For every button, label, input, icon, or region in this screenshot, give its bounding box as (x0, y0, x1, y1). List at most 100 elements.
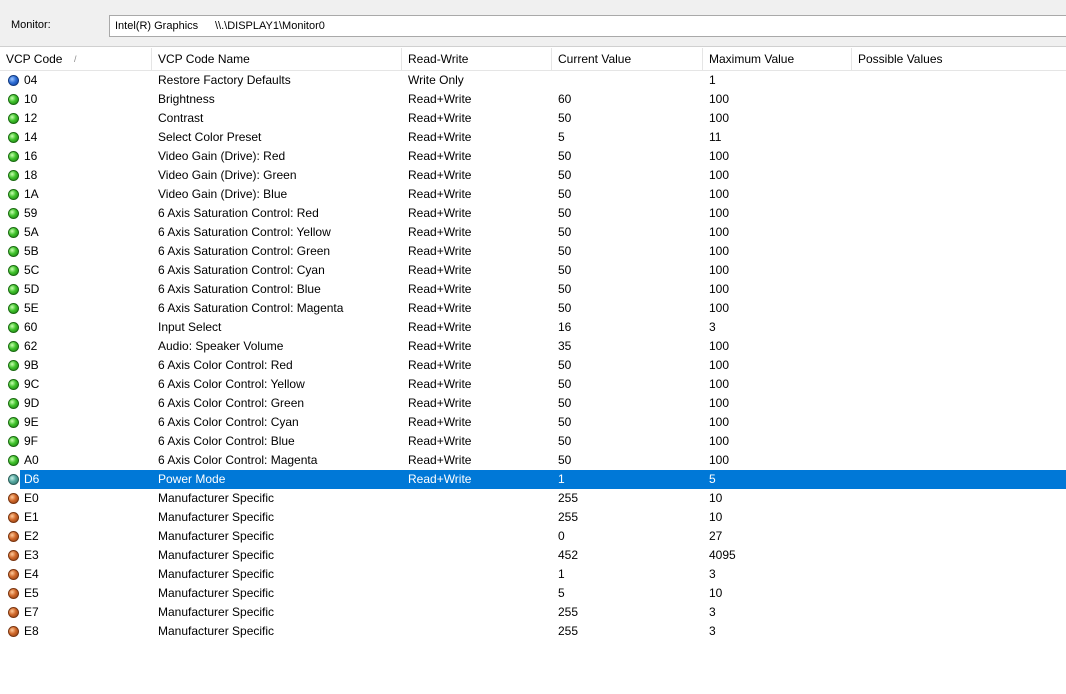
cell-vcp-code-name: 6 Axis Color Control: Blue (158, 434, 295, 448)
cell-read-write: Read+Write (408, 225, 472, 239)
table-row[interactable]: 9E 6 Axis Color Control: Cyan Read+Write 50… (0, 413, 1066, 432)
table-row[interactable]: 16 Video Gain (Drive): Red Read+Write 50 100 (0, 147, 1066, 166)
cell-maximum-value: 100 (709, 111, 730, 125)
status-green-dot-icon (8, 379, 19, 390)
cell-maximum-value: 100 (709, 453, 730, 467)
table-row[interactable]: 14 Select Color Preset Read+Write 5 11 (0, 128, 1066, 147)
table-row[interactable]: 60 Input Select Read+Write 16 3 (0, 318, 1066, 337)
monitor-bar: Monitor: Intel(R) Graphics \\.\DISPLAY1\… (0, 0, 1066, 47)
sort-indicator-icon: / (74, 54, 77, 64)
cell-current-value: 50 (558, 282, 572, 296)
cell-vcp-code-name: Manufacturer Specific (158, 529, 275, 543)
cell-vcp-code: E5 (24, 586, 39, 600)
table-row[interactable]: 12 Contrast Read+Write 50 100 (0, 109, 1066, 128)
cell-read-write: Read+Write (408, 149, 472, 163)
table-row[interactable]: 10 Brightness Read+Write 60 100 (0, 90, 1066, 109)
table-row[interactable]: 18 Video Gain (Drive): Green Read+Write 50 1… (0, 166, 1066, 185)
table-row[interactable]: E2 Manufacturer Specific 0 27 (0, 527, 1066, 546)
column-header-read-write[interactable]: Read-Write (402, 48, 552, 70)
table-row[interactable]: E0 Manufacturer Specific 255 10 (0, 489, 1066, 508)
table-row[interactable]: 5B 6 Axis Saturation Control: Green Read+W… (0, 242, 1066, 261)
status-green-dot-icon (8, 398, 19, 409)
table-row[interactable]: 62 Audio: Speaker Volume Read+Write 35 100 (0, 337, 1066, 356)
status-green-dot-icon (8, 94, 19, 105)
cell-read-write: Read+Write (408, 111, 472, 125)
cell-current-value: 5 (558, 130, 565, 144)
table-row[interactable]: 9D 6 Axis Color Control: Green Read+Write 5… (0, 394, 1066, 413)
table-row[interactable]: E4 Manufacturer Specific 1 3 (0, 565, 1066, 584)
table-row[interactable]: 59 6 Axis Saturation Control: Red Read+Wri… (0, 204, 1066, 223)
table-row[interactable]: E1 Manufacturer Specific 255 10 (0, 508, 1066, 527)
cell-vcp-code: 9E (24, 415, 39, 429)
status-green-dot-icon (8, 455, 19, 466)
cell-vcp-code-name: 6 Axis Color Control: Yellow (158, 377, 305, 391)
table-row[interactable]: E5 Manufacturer Specific 5 10 (0, 584, 1066, 603)
table-row[interactable]: 04 Restore Factory Defaults Write Only 1 (0, 71, 1066, 90)
column-header-current-value[interactable]: Current Value (552, 48, 703, 70)
cell-vcp-code: 62 (24, 339, 38, 353)
status-green-dot-icon (8, 132, 19, 143)
cell-vcp-code: E0 (24, 491, 39, 505)
cell-maximum-value: 100 (709, 149, 730, 163)
cell-current-value: 1 (558, 472, 565, 486)
status-orange-dot-icon (8, 588, 19, 599)
table-row[interactable]: 5D 6 Axis Saturation Control: Blue Read+Wr… (0, 280, 1066, 299)
cell-vcp-code: 60 (24, 320, 38, 334)
table-row[interactable]: 9C 6 Axis Color Control: Yellow Read+Write… (0, 375, 1066, 394)
monitor-select[interactable]: Intel(R) Graphics \\.\DISPLAY1\Monitor0 (109, 15, 1066, 37)
cell-maximum-value: 3 (709, 605, 716, 619)
column-header-possible-values[interactable]: Possible Values (852, 48, 1066, 70)
column-header-label: Current Value (558, 52, 632, 66)
cell-maximum-value: 10 (709, 586, 723, 600)
cell-vcp-code: 10 (24, 92, 38, 106)
cell-vcp-code: 18 (24, 168, 38, 182)
cell-vcp-code-name: Video Gain (Drive): Red (158, 149, 286, 163)
cell-current-value: 50 (558, 301, 572, 315)
cell-vcp-code-name: 6 Axis Color Control: Cyan (158, 415, 299, 429)
cell-current-value: 255 (558, 605, 579, 619)
table-row[interactable]: E8 Manufacturer Specific 255 3 (0, 622, 1066, 641)
cell-vcp-code-name: Manufacturer Specific (158, 510, 275, 524)
table-row[interactable]: E3 Manufacturer Specific 452 4095 (0, 546, 1066, 565)
cell-read-write: Read+Write (408, 453, 472, 467)
status-teal-dot-icon (8, 474, 19, 485)
cell-vcp-code: E1 (24, 510, 39, 524)
column-header-vcp-code[interactable]: VCP Code / (0, 48, 152, 70)
cell-current-value: 50 (558, 377, 572, 391)
table-row[interactable]: 9B 6 Axis Color Control: Red Read+Write 50 1… (0, 356, 1066, 375)
cell-vcp-code-name: 6 Axis Saturation Control: Magenta (158, 301, 344, 315)
status-orange-dot-icon (8, 493, 19, 504)
status-green-dot-icon (8, 265, 19, 276)
column-header-maximum-value[interactable]: Maximum Value (703, 48, 852, 70)
cell-vcp-code: E3 (24, 548, 39, 562)
table-row[interactable]: A0 6 Axis Color Control: Magenta Read+Writ… (0, 451, 1066, 470)
cell-current-value: 50 (558, 434, 572, 448)
cell-read-write: Read+Write (408, 263, 472, 277)
cell-current-value: 16 (558, 320, 572, 334)
status-green-dot-icon (8, 208, 19, 219)
cell-current-value: 452 (558, 548, 579, 562)
column-header-vcp-code-name[interactable]: VCP Code Name (152, 48, 402, 70)
cell-maximum-value: 100 (709, 358, 730, 372)
status-orange-dot-icon (8, 607, 19, 618)
cell-vcp-code: 9D (24, 396, 40, 410)
table-row[interactable]: 1A Video Gain (Drive): Blue Read+Write 50 10… (0, 185, 1066, 204)
cell-current-value: 50 (558, 225, 572, 239)
table-row[interactable]: 5E 6 Axis Saturation Control: Magenta Read… (0, 299, 1066, 318)
cell-vcp-code: 5E (24, 301, 39, 315)
cell-vcp-code: 9F (24, 434, 39, 448)
cell-vcp-code: D6 (24, 472, 40, 486)
vcp-code-list[interactable]: VCP Code / VCP Code Name Read-Write Curr… (0, 48, 1066, 694)
table-row[interactable]: 5C 6 Axis Saturation Control: Cyan Read+Wr… (0, 261, 1066, 280)
cell-vcp-code-name: 6 Axis Color Control: Magenta (158, 453, 318, 467)
table-row[interactable]: E7 Manufacturer Specific 255 3 (0, 603, 1066, 622)
cell-vcp-code-name: Manufacturer Specific (158, 624, 275, 638)
cell-maximum-value: 1 (709, 73, 716, 87)
table-row[interactable]: 5A 6 Axis Saturation Control: Yellow Read+… (0, 223, 1066, 242)
cell-vcp-code: 5C (24, 263, 40, 277)
table-row[interactable]: 9F 6 Axis Color Control: Blue Read+Write 50… (0, 432, 1066, 451)
table-row[interactable]: D6 Power Mode Read+Write 1 5 (0, 470, 1066, 489)
cell-maximum-value: 100 (709, 263, 730, 277)
cell-maximum-value: 100 (709, 168, 730, 182)
cell-read-write: Read+Write (408, 301, 472, 315)
